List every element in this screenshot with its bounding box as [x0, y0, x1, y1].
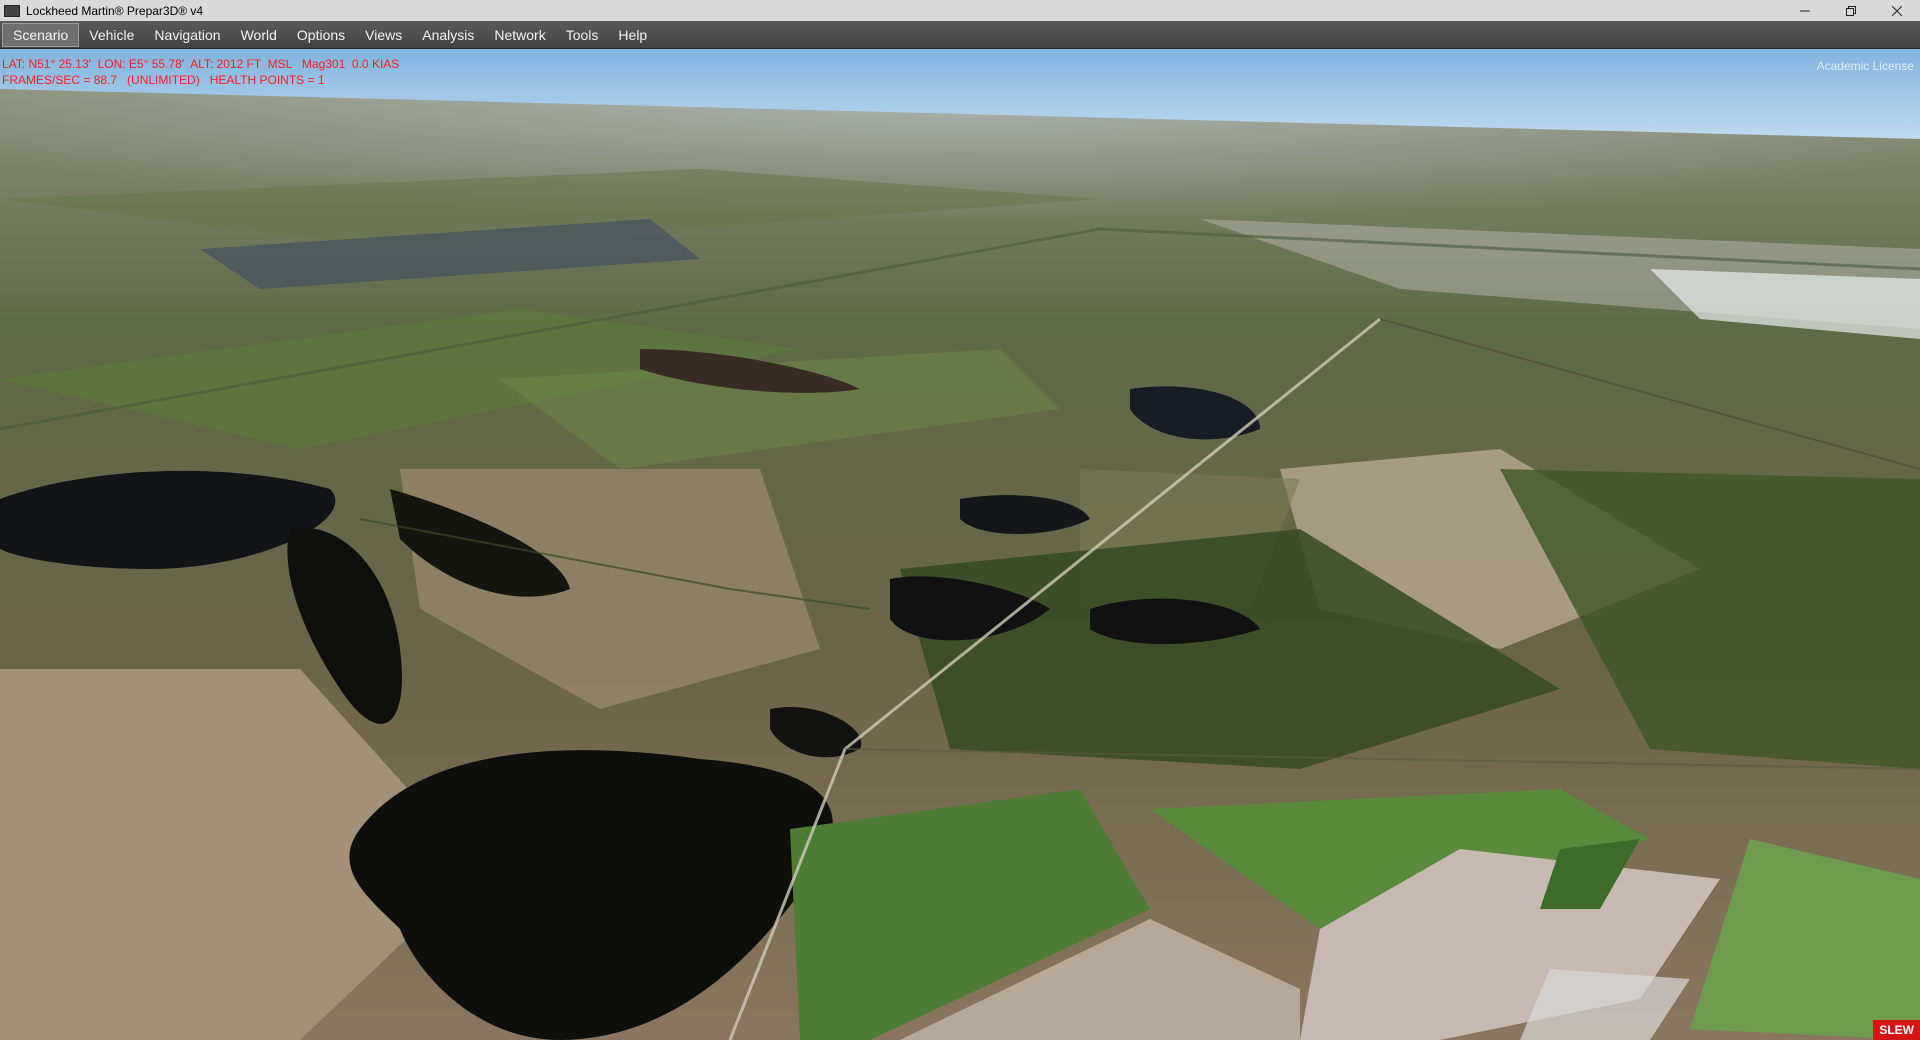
close-button[interactable] [1874, 0, 1920, 21]
framerate-readout: FRAMES/SEC = 88.7 (UNLIMITED) HEALTH POI… [2, 73, 325, 87]
minimize-icon [1800, 10, 1810, 11]
restore-icon [1846, 5, 1856, 16]
aerial-scenery [0, 49, 1920, 1040]
menu-world[interactable]: World [231, 23, 287, 47]
app-icon [4, 4, 20, 17]
menu-views[interactable]: Views [355, 23, 412, 47]
minimize-button[interactable] [1782, 0, 1828, 21]
menu-network[interactable]: Network [484, 23, 555, 47]
license-label: Academic License [1816, 59, 1914, 73]
position-readout: LAT: N51° 25.13' LON: E5° 55.78' ALT: 20… [2, 57, 400, 71]
restore-button[interactable] [1828, 0, 1874, 21]
simulator-window: Lockheed Martin® Prepar3D® v4 Scenario V… [0, 0, 1920, 1040]
title-bar[interactable]: Lockheed Martin® Prepar3D® v4 [0, 0, 1920, 21]
menu-vehicle[interactable]: Vehicle [79, 23, 144, 47]
close-icon [1892, 5, 1902, 16]
menu-navigation[interactable]: Navigation [144, 23, 230, 47]
menu-scenario[interactable]: Scenario [2, 22, 80, 47]
slew-indicator: SLEW [1873, 1020, 1920, 1040]
menu-bar: Scenario Vehicle Navigation World Option… [0, 21, 1920, 49]
menu-analysis[interactable]: Analysis [412, 23, 484, 47]
window-title: Lockheed Martin® Prepar3D® v4 [26, 3, 204, 18]
menu-help[interactable]: Help [608, 23, 657, 47]
menu-tools[interactable]: Tools [556, 23, 609, 47]
scenery-viewport[interactable]: LAT: N51° 25.13' LON: E5° 55.78' ALT: 20… [0, 49, 1920, 1040]
menu-options[interactable]: Options [287, 23, 355, 47]
